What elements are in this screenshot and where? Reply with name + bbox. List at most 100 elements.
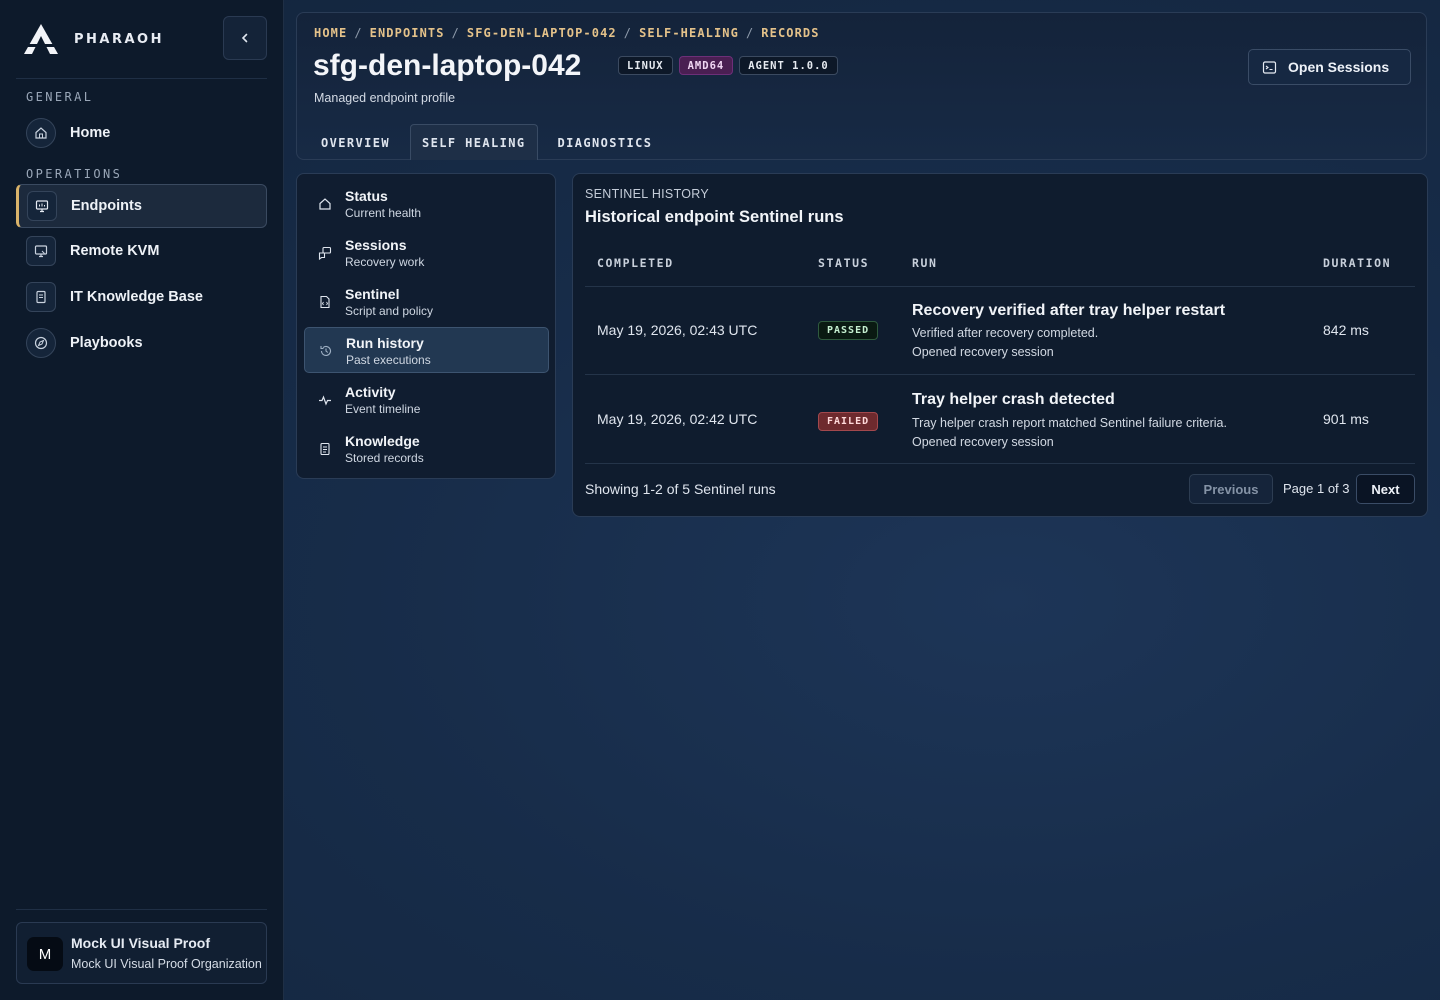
divider [16,78,267,79]
history-icon [317,342,335,360]
open-sessions-button[interactable]: Open Sessions [1248,49,1411,85]
page-subtitle: Managed endpoint profile [314,91,456,105]
subnav-description: Current health [345,206,422,220]
endpoint-badges: LINUX AMD64 AGENT 1.0.0 [618,56,838,75]
organization-switcher[interactable]: M Mock UI Visual Proof Mock UI Visual Pr… [16,922,267,984]
sidebar-item-playbooks[interactable]: Playbooks [16,321,267,365]
home-icon [26,118,56,148]
breadcrumb-separator: / [451,26,460,40]
subnav-description: Stored records [345,451,424,465]
panel-eyebrow: SENTINEL HISTORY [585,187,710,201]
subnav-item-knowledge[interactable]: Knowledge Stored records [304,426,549,472]
subnav-item-sentinel[interactable]: Sentinel Script and policy [304,279,549,325]
divider [585,286,1415,287]
page-indicator: Page 1 of 3 [1283,481,1350,496]
subnav-title: Status [345,188,388,204]
subnav-title: Sessions [345,237,407,253]
chat-icon [316,244,334,262]
subnav-description: Script and policy [345,304,434,318]
subnav-description: Event timeline [345,402,421,416]
subnav-title: Sentinel [345,286,400,302]
monitor-icon [27,191,57,221]
run-title: Recovery verified after tray helper rest… [912,302,1226,319]
run-detail: Tray helper crash report matched Sentine… [912,416,1227,430]
run-detail: Opened recovery session [912,435,1054,449]
self-healing-subnav: Status Current health Sessions Recovery … [296,173,556,479]
section-label-general: GENERAL [26,90,94,104]
breadcrumb-separator: / [745,26,755,40]
divider [16,909,267,910]
subnav-description: Past executions [346,353,431,367]
column-header-duration[interactable]: DURATION [1323,256,1391,270]
duration-cell: 901 ms [1323,411,1369,427]
subnav-item-status[interactable]: Status Current health [304,181,549,227]
remote-desktop-icon [26,236,56,266]
section-label-operations: OPERATIONS [26,167,123,181]
completed-cell: May 19, 2026, 02:43 UTC [597,322,758,338]
brand-name: PHARAOH [74,31,164,47]
compass-icon [26,328,56,358]
sentinel-history-panel: SENTINEL HISTORY Historical endpoint Sen… [572,173,1428,517]
sidebar-item-label: IT Knowledge Base [70,289,203,305]
run-detail: Verified after recovery completed. [912,326,1099,340]
breadcrumb-home[interactable]: HOME [314,26,347,40]
sidebar-item-endpoints[interactable]: Endpoints [16,184,267,228]
sidebar-item-label: Endpoints [71,198,142,214]
tab-diagnostics[interactable]: DIAGNOSTICS [546,124,665,160]
page-title: sfg-den-laptop-042 [313,49,582,82]
file-script-icon [316,293,334,311]
subnav-item-sessions[interactable]: Sessions Recovery work [304,230,549,276]
document-icon [316,440,334,458]
brand[interactable]: PHARAOH [22,22,164,56]
avatar: M [27,937,63,971]
breadcrumb-separator: / [623,26,633,40]
org-name: Mock UI Visual Proof Organization [71,957,262,971]
breadcrumb-records: RECORDS [761,26,820,40]
sidebar-item-knowledge-base[interactable]: IT Knowledge Base [16,275,267,319]
breadcrumb-endpoints[interactable]: ENDPOINTS [370,26,445,40]
subnav-item-run-history[interactable]: Run history Past executions [304,327,549,373]
run-title: Tray helper crash detected [912,391,1115,408]
chevron-left-icon [241,33,248,43]
sidebar-item-label: Playbooks [70,335,143,351]
pyramid-logo-icon [24,24,58,54]
tab-overview[interactable]: OVERVIEW [309,124,402,160]
os-badge: LINUX [618,56,673,75]
terminal-icon [1262,60,1277,74]
status-badge: FAILED [818,412,879,431]
status-badge: PASSED [818,321,879,340]
next-page-button[interactable]: Next [1356,474,1415,504]
home-icon [316,195,334,213]
breadcrumb-separator: / [354,26,363,40]
tab-self-healing[interactable]: SELF HEALING [410,124,538,160]
column-header-status[interactable]: STATUS [818,256,869,270]
sidebar: PHARAOH GENERAL Home OPERATIONS Endpoint… [0,0,284,1000]
breadcrumb: HOME / ENDPOINTS / SFG-DEN-LAPTOP-042 / SELF-H… [314,26,820,40]
duration-cell: 842 ms [1323,322,1369,338]
subnav-description: Recovery work [345,255,425,269]
column-header-run[interactable]: RUN [912,256,938,270]
sidebar-item-label: Remote KVM [70,243,160,259]
breadcrumb-self-healing[interactable]: SELF-HEALING [639,26,739,40]
pagination-summary: Showing 1-2 of 5 Sentinel runs [585,481,776,497]
divider [585,374,1415,375]
completed-cell: May 19, 2026, 02:42 UTC [597,411,758,427]
divider [585,463,1415,464]
breadcrumb-endpoint[interactable]: SFG-DEN-LAPTOP-042 [467,26,617,40]
run-detail: Opened recovery session [912,345,1054,359]
panel-title: Historical endpoint Sentinel runs [585,208,844,226]
subnav-item-activity[interactable]: Activity Event timeline [304,377,549,423]
previous-page-button[interactable]: Previous [1189,474,1273,504]
book-icon [26,282,56,312]
subnav-title: Activity [345,384,396,400]
subnav-title: Run history [346,335,424,351]
endpoint-header: HOME / ENDPOINTS / SFG-DEN-LAPTOP-042 / SELF-H… [296,12,1427,160]
sidebar-item-home[interactable]: Home [16,111,267,155]
agent-version-badge: AGENT 1.0.0 [739,56,838,75]
open-sessions-label: Open Sessions [1288,59,1390,75]
collapse-sidebar-button[interactable] [223,16,267,60]
org-user-name: Mock UI Visual Proof [71,935,210,951]
sidebar-item-remote-kvm[interactable]: Remote KVM [16,229,267,273]
column-header-completed[interactable]: COMPLETED [597,256,674,270]
pulse-icon [316,391,334,409]
